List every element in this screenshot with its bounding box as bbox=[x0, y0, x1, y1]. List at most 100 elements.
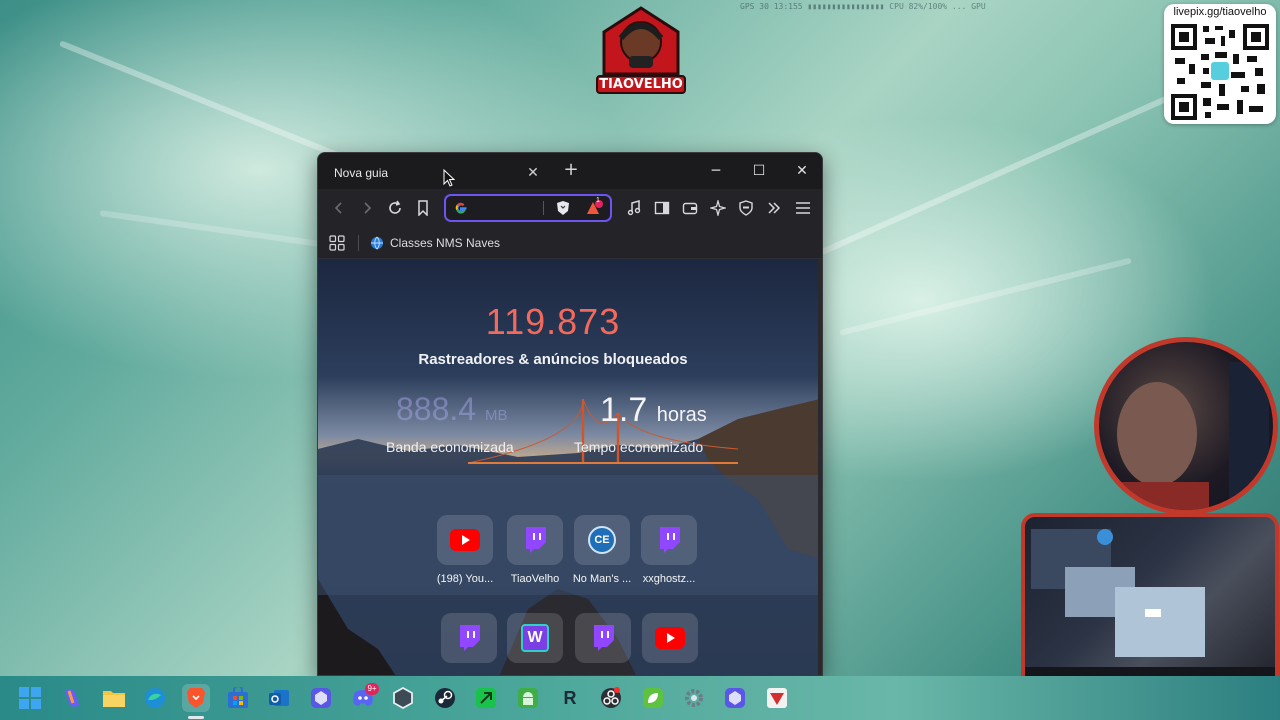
double-chevron-icon bbox=[768, 202, 781, 214]
maximize-button[interactable]: ☐ bbox=[739, 157, 779, 185]
vpn-button[interactable] bbox=[735, 197, 757, 219]
tab-nova-guia[interactable]: Nova guia ✕ bbox=[324, 157, 550, 189]
outlook-button[interactable] bbox=[265, 684, 293, 712]
vpn-shield-icon bbox=[739, 200, 753, 216]
wallpaper-streak bbox=[818, 95, 1169, 256]
app-green-button[interactable] bbox=[472, 684, 500, 712]
reload-icon bbox=[389, 200, 401, 214]
settings-button[interactable] bbox=[680, 684, 708, 712]
rewards-badge: 1 bbox=[596, 197, 600, 204]
address-divider bbox=[543, 201, 544, 215]
forward-button[interactable] bbox=[356, 197, 378, 219]
tab-title: Nova guia bbox=[334, 166, 389, 180]
bandwidth-unit: MB bbox=[484, 407, 508, 424]
android-app-button[interactable] bbox=[514, 684, 542, 712]
twitch-icon bbox=[594, 625, 614, 651]
top-site-tile[interactable]: TiaoVelho bbox=[502, 515, 568, 585]
address-bar[interactable]: 1 bbox=[444, 194, 612, 222]
store-icon bbox=[228, 687, 248, 708]
sparkle-icon bbox=[710, 200, 726, 216]
outlook-icon bbox=[269, 690, 289, 706]
bandwidth-label: Banda economizada bbox=[386, 439, 514, 455]
edge-button[interactable] bbox=[141, 684, 169, 712]
red-app-icon bbox=[767, 688, 787, 708]
wallet-button[interactable] bbox=[679, 197, 701, 219]
page-scrollbar[interactable] bbox=[818, 259, 822, 675]
start-button[interactable] bbox=[16, 684, 44, 712]
tile-icon-box: W bbox=[507, 613, 563, 663]
time-unit: horas bbox=[656, 404, 707, 426]
steam-button[interactable] bbox=[431, 684, 459, 712]
bookmark-icon bbox=[418, 200, 428, 216]
tile-label: TiaoVelho bbox=[510, 573, 560, 585]
top-site-tile[interactable] bbox=[436, 613, 502, 663]
bandwidth-saved: 888.4 MB bbox=[396, 391, 507, 428]
purple-app-icon bbox=[311, 688, 331, 708]
app-red-button[interactable] bbox=[763, 684, 791, 712]
tile-label: xxghostz... bbox=[642, 573, 696, 585]
apps-grid-icon[interactable] bbox=[329, 235, 345, 251]
tile-icon-box bbox=[507, 515, 563, 565]
store-button[interactable] bbox=[224, 684, 252, 712]
address-input[interactable] bbox=[476, 199, 536, 217]
bookmark-classes-nms-naves[interactable]: Classes NMS Naves bbox=[370, 232, 500, 254]
new-tab-page: 119.873 Rastreadores & anúncios bloquead… bbox=[318, 259, 820, 675]
reload-button[interactable] bbox=[384, 197, 406, 219]
top-site-tile[interactable]: (198) You... bbox=[432, 515, 498, 585]
sidebar-icon bbox=[654, 201, 670, 215]
copilot-button[interactable] bbox=[58, 684, 86, 712]
new-tab-button[interactable]: + bbox=[560, 159, 582, 181]
w-icon: W bbox=[521, 624, 549, 652]
webcam-face-overlay bbox=[1094, 337, 1278, 515]
file-explorer-button[interactable] bbox=[100, 684, 128, 712]
app-hex-button[interactable] bbox=[389, 684, 417, 712]
logo-avatar-icon bbox=[602, 6, 680, 76]
brave-lion-icon bbox=[187, 688, 205, 708]
tab-close-icon[interactable]: ✕ bbox=[522, 162, 544, 184]
streamer-logo: TIAOVELHO bbox=[596, 4, 686, 96]
app-purple-button[interactable] bbox=[307, 684, 335, 712]
twitch-icon bbox=[660, 527, 680, 553]
hamburger-menu-icon bbox=[796, 202, 810, 214]
top-site-tile[interactable] bbox=[637, 613, 703, 663]
extensions-overflow-button[interactable] bbox=[763, 197, 785, 219]
bookmark-label: Classes NMS Naves bbox=[390, 236, 501, 250]
twitch-icon bbox=[460, 625, 480, 651]
brave-rewards-icon[interactable] bbox=[586, 200, 604, 216]
discord-notification-badge: 9+ bbox=[365, 683, 379, 695]
trackers-blocked-label: Rastreadores & anúncios bloqueados bbox=[418, 351, 688, 368]
media-button[interactable] bbox=[623, 197, 645, 219]
gear-icon bbox=[685, 689, 703, 707]
tile-icon-box bbox=[575, 613, 631, 663]
browser-window: Nova guia ✕ + ─ ☐ ✕ 1 Classes NMS Naves … bbox=[317, 152, 823, 676]
greenleaf-icon bbox=[643, 688, 663, 708]
back-button[interactable] bbox=[328, 197, 350, 219]
top-site-tile[interactable] bbox=[570, 613, 636, 663]
brave-button[interactable] bbox=[182, 684, 210, 719]
brave-shields-icon[interactable] bbox=[556, 200, 570, 216]
trackers-blocked-count: 119.873 bbox=[485, 301, 621, 342]
active-indicator bbox=[188, 716, 204, 719]
obs-button[interactable] bbox=[597, 684, 625, 712]
android-icon bbox=[518, 688, 538, 708]
google-icon bbox=[455, 202, 467, 214]
top-site-tile[interactable]: W bbox=[502, 613, 568, 663]
folder-icon bbox=[103, 691, 125, 707]
leo-ai-button[interactable] bbox=[707, 197, 729, 219]
menu-button[interactable] bbox=[792, 197, 814, 219]
top-site-tile[interactable]: xxghostz... bbox=[636, 515, 702, 585]
close-window-button[interactable]: ✕ bbox=[782, 157, 822, 185]
r-letter-icon: R bbox=[563, 687, 577, 708]
minimize-button[interactable]: ─ bbox=[696, 157, 736, 185]
r-app-button[interactable]: R bbox=[556, 684, 584, 712]
hexagon-icon bbox=[393, 687, 413, 709]
top-site-tile[interactable]: CE No Man's ... bbox=[569, 515, 635, 585]
qr-code-icon bbox=[1171, 24, 1269, 120]
bookmarks-divider bbox=[358, 235, 359, 251]
bookmark-button[interactable] bbox=[412, 197, 434, 219]
toolbar: 1 bbox=[318, 189, 822, 227]
logo-text: TIAOVELHO bbox=[596, 75, 686, 94]
app-greenleaf-button[interactable] bbox=[639, 684, 667, 712]
sidebar-toggle-button[interactable] bbox=[651, 197, 673, 219]
app-purple-2-button[interactable] bbox=[721, 684, 749, 712]
